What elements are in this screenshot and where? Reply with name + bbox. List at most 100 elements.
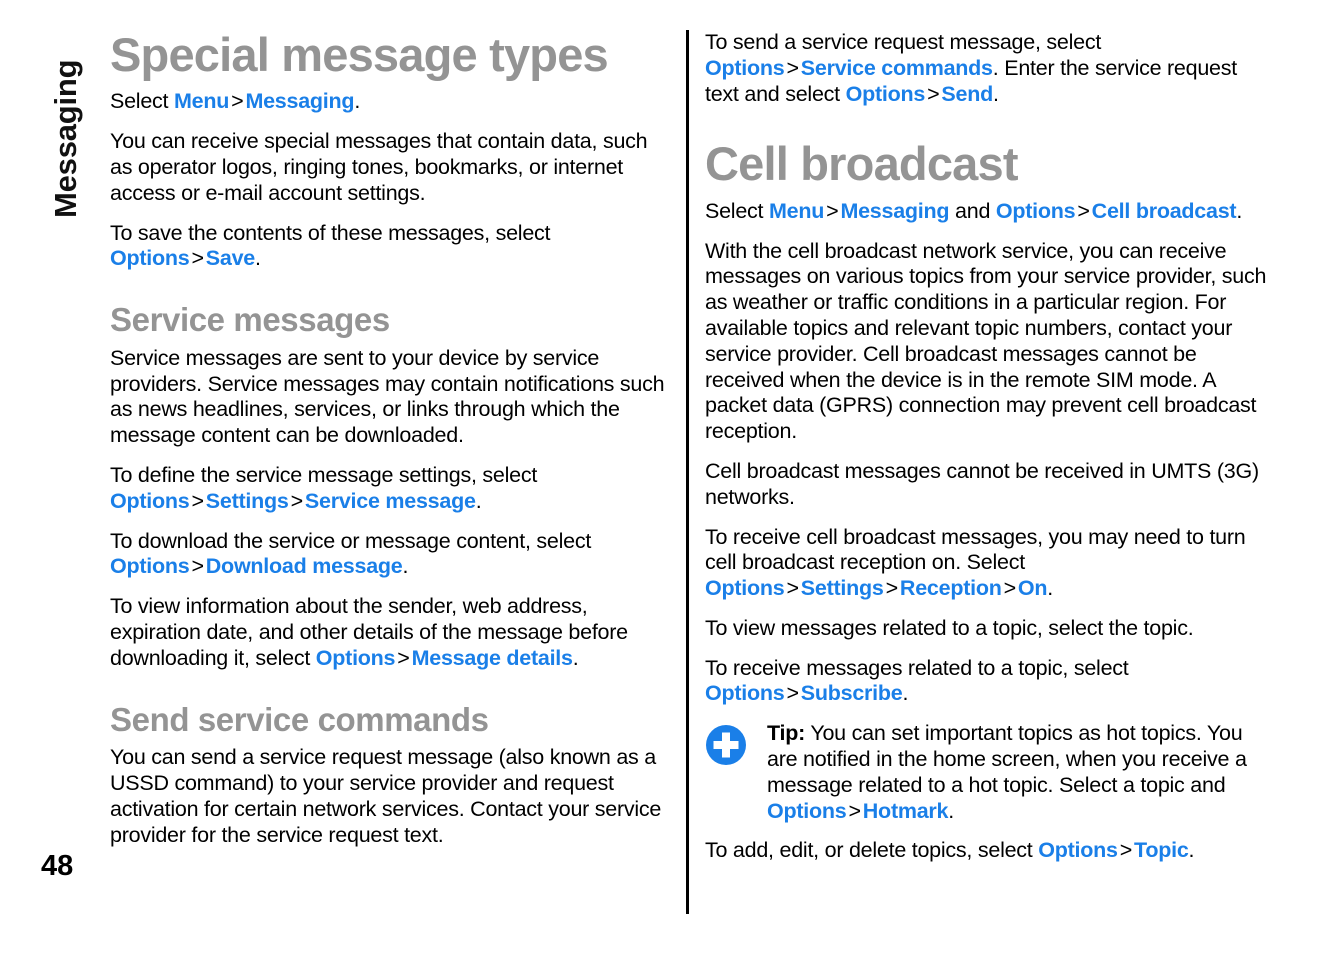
body-text: To save the contents of these messages, … [110,220,551,245]
chapter-tab-label: Messaging [48,59,83,218]
tip-text: Tip: You can set important topics as hot… [767,721,1271,824]
ui-reference-link: Send [941,81,993,106]
paragraph-download-service-content: To download the service or message conte… [110,529,672,581]
path-separator: > [786,681,799,706]
ui-reference-link: Options [995,198,1076,223]
body-text: . [902,681,909,706]
body-text: . [1236,198,1243,223]
paragraph-cell-broadcast-intro: With the cell broadcast network service,… [705,239,1271,445]
ui-reference-link: Reception [899,576,1002,601]
body-text: . [572,645,579,670]
paragraph-turn-reception-on: To receive cell broadcast messages, you … [705,525,1271,602]
body-text: Select [705,198,769,223]
path-separator: > [231,89,244,114]
body-text: . [354,89,361,114]
path-separator: > [786,576,799,601]
path-separator: > [1003,576,1017,601]
tip-callout: Tip: You can set important topics as hot… [705,721,1271,824]
ui-reference-link: Service message [304,488,476,513]
ui-reference-link: Options [705,576,785,601]
ui-reference-link: Options [767,798,847,823]
body-text: . [1188,838,1195,863]
path-separator: > [1119,838,1133,863]
paragraph-view-sender-info: To view information about the sender, we… [110,594,672,671]
ui-reference-link: Cell broadcast [1091,198,1237,223]
send-service-commands-blocks: You can send a service request message (… [110,745,672,848]
paragraph-select-cell-broadcast: Select Menu>Messaging and Options>Cell b… [705,199,1271,225]
body-text: To define the service message settings, … [110,462,538,487]
tip-plus-icon [705,724,747,766]
service-messages-blocks: Service messages are sent to your device… [110,346,672,672]
paragraph-save-contents: To save the contents of these messages, … [110,221,672,273]
ui-reference-link: Options [110,554,190,579]
body-text: You can send a service request message (… [110,745,662,847]
paragraph-select-menu-messaging: Select Menu>Messaging. [110,89,672,115]
path-separator: > [191,554,204,579]
ui-reference-link: Options [110,246,190,271]
path-separator: > [1077,198,1090,223]
ui-reference-link: Subscribe [800,681,903,706]
ui-reference-link: Message details [411,645,573,670]
path-separator: > [848,798,861,823]
paragraph-send-service-request: To send a service request message, selec… [705,30,1271,107]
ui-reference-link: Settings [205,488,289,513]
ui-reference-link: Hotmark [862,798,949,823]
paragraph-view-topic-messages: To view messages related to a topic, sel… [705,616,1271,642]
path-separator: > [826,198,839,223]
body-text: To add, edit, or delete topics, select [705,838,1039,863]
chapter-tab: Messaging [0,30,110,220]
path-separator: > [397,645,410,670]
body-text: To download the service or message conte… [110,528,592,553]
right-top-blocks: To send a service request message, selec… [705,30,1271,107]
ui-reference-link: Messaging [840,198,950,223]
body-text: Select [110,89,174,114]
ui-reference-link: On [1017,576,1048,601]
ui-reference-link: Options [845,81,926,106]
ui-reference-link: Topic [1134,838,1189,863]
body-text: You can receive special messages that co… [110,129,648,205]
paragraph-umts-note: Cell broadcast messages cannot be receiv… [705,459,1271,511]
body-text: To receive messages related to a topic, … [705,655,1129,680]
page-number: 48 [41,850,74,882]
ui-reference-link: Save [205,246,255,271]
body-text: To view messages related to a topic, sel… [705,615,1194,640]
after-tip-blocks: To add, edit, or delete topics, select O… [705,838,1271,864]
body-text: Cell broadcast messages cannot be receiv… [705,458,1259,509]
ui-reference-link: Options [705,681,785,706]
tip-body: You can set important topics as hot topi… [767,721,1247,822]
path-separator: > [927,81,940,106]
paragraph-ussd-intro: You can send a service request message (… [110,745,672,848]
tip-label: Tip: [767,721,806,746]
body-text: To receive cell broadcast messages, you … [705,524,1246,575]
section-title-cell-broadcast: Cell broadcast [705,137,1018,191]
body-text: and [949,198,996,223]
column-divider [686,30,689,914]
page-title: Special message types [110,28,609,81]
paragraph-subscribe-topic: To receive messages related to a topic, … [705,656,1271,708]
ui-reference-link: Settings [800,576,884,601]
body-text: . [992,81,999,106]
ui-reference-link: Options [110,488,190,513]
body-text: . [948,798,954,823]
right-column: To send a service request message, selec… [705,30,1271,878]
paragraph-define-service-settings: To define the service message settings, … [110,463,672,515]
body-text: . [255,246,261,271]
left-intro-blocks: Select Menu>Messaging. You can receive sp… [110,89,672,272]
ui-reference-link: Messaging [245,89,355,114]
ui-reference-link: Menu [173,89,230,114]
body-text: . [402,554,409,579]
ui-reference-link: Download message [205,554,403,579]
manual-page: Messaging 48 Special message types Selec… [0,0,1322,954]
path-separator: > [191,488,204,513]
body-text: With the cell broadcast network service,… [705,238,1267,444]
body-text: Service messages are sent to your device… [110,345,665,448]
path-separator: > [290,488,304,513]
section-heading-service-messages: Service messages [110,301,390,339]
body-text: You can set important topics as hot topi… [767,721,1247,797]
body-text: . [1047,576,1054,601]
ui-reference-link: Options [315,645,396,670]
ui-reference-link: Options [705,55,785,80]
ui-reference-link: Service commands [800,55,993,80]
body-text: To send a service request message, selec… [705,30,1102,54]
left-column: Special message types Select Menu>Messag… [110,30,672,862]
